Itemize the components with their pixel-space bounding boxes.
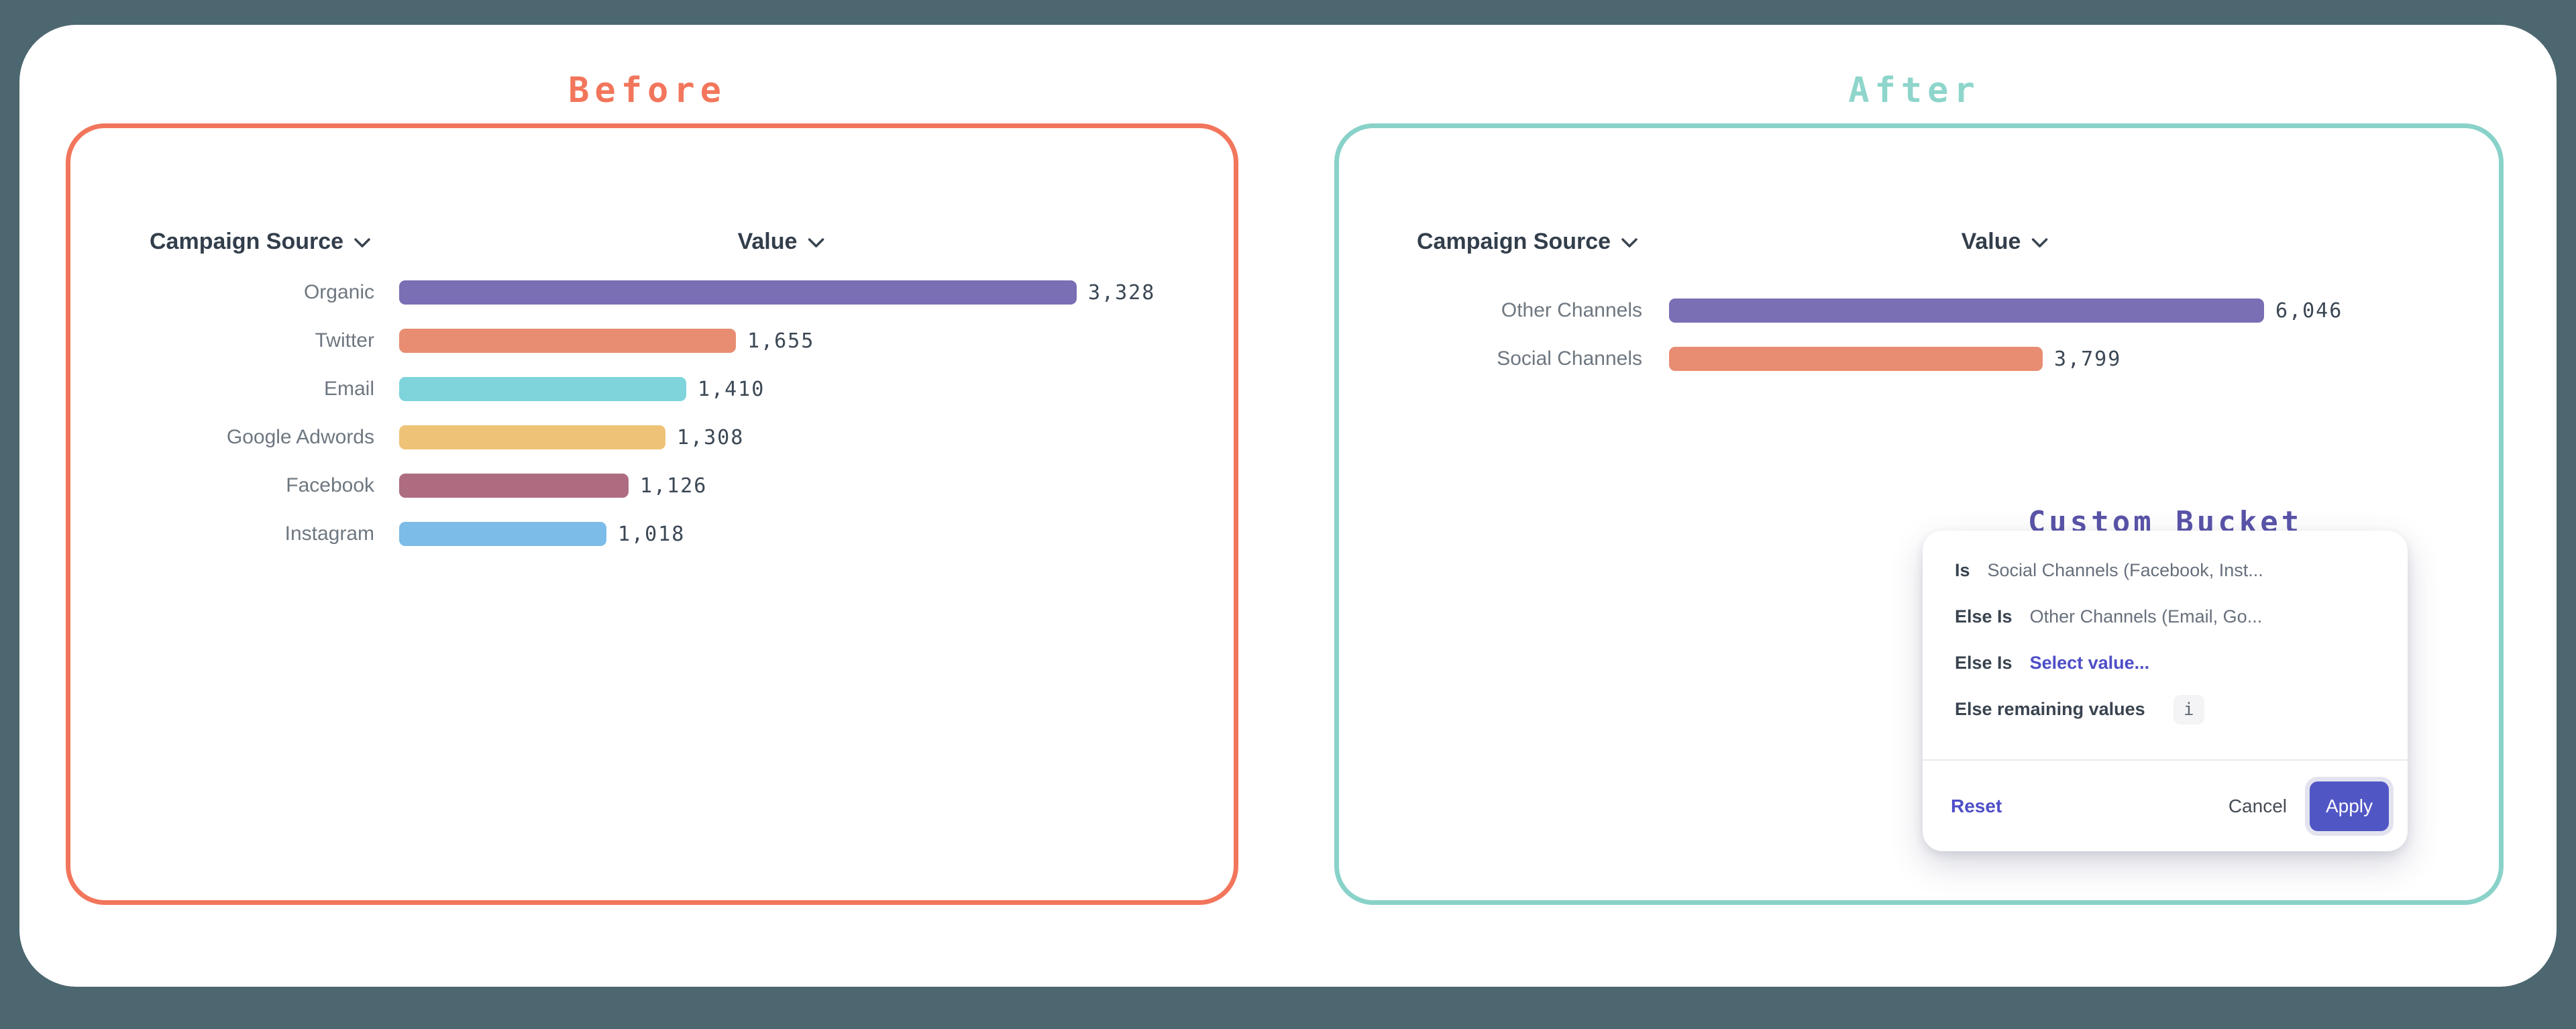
category-label: Other Channels <box>1339 299 1642 322</box>
value-bar[interactable] <box>1669 347 2043 371</box>
chart-row: Instagram 1,018 <box>70 510 1234 558</box>
category-label: Instagram <box>70 523 374 545</box>
condition-value[interactable]: Social Channels (Facebook, Inst... <box>1988 560 2263 581</box>
chart-row: Organic 3,328 <box>70 268 1234 317</box>
bucket-condition-list: Is Social Channels (Facebook, Inst... Else… <box>1955 547 2383 733</box>
value-label: 1,018 <box>618 523 685 546</box>
before-value-column-header[interactable]: Value <box>738 227 824 256</box>
after-source-column-header[interactable]: Campaign Source <box>1417 227 1638 256</box>
chart-row: Twitter 1,655 <box>70 317 1234 365</box>
category-label: Twitter <box>70 329 374 352</box>
condition-keyword: Is <box>1955 560 1970 581</box>
reset-button[interactable]: Reset <box>1951 796 2002 817</box>
before-value-header-label: Value <box>738 229 798 255</box>
bucket-condition-row: Else remaining values i <box>1955 686 2383 733</box>
before-title: Before <box>66 69 1229 112</box>
value-label: 1,308 <box>677 426 744 449</box>
category-label: Facebook <box>70 474 374 497</box>
after-bar-rows: Other Channels 6,046 Social Channels 3,799 <box>1339 286 2499 383</box>
main-card: Before After Campaign Source Value Organ… <box>19 25 2557 987</box>
condition-value[interactable]: Other Channels (Email, Go... <box>2030 606 2263 627</box>
before-source-header-label: Campaign Source <box>150 229 343 255</box>
bucket-condition-row: Else Is Other Channels (Email, Go... <box>1955 594 2383 640</box>
category-label: Google Adwords <box>70 426 374 449</box>
chart-row: Facebook 1,126 <box>70 462 1234 510</box>
value-bar[interactable] <box>399 474 629 498</box>
value-label: 1,655 <box>747 329 814 353</box>
category-label: Email <box>70 378 374 400</box>
bucket-condition-row: Is Social Channels (Facebook, Inst... <box>1955 547 2383 594</box>
value-label: 3,799 <box>2054 347 2121 371</box>
custom-bucket-popup: Is Social Channels (Facebook, Inst... Else… <box>1923 531 2408 851</box>
condition-keyword: Else Is <box>1955 606 2012 627</box>
chevron-down-icon <box>1621 238 1638 248</box>
value-bar[interactable] <box>399 280 1077 305</box>
bucket-condition-row: Else Is Select value... <box>1955 640 2383 686</box>
info-icon[interactable]: i <box>2174 695 2204 724</box>
chart-row: Social Channels 3,799 <box>1339 335 2499 383</box>
value-bar[interactable] <box>1669 299 2264 323</box>
before-panel: Campaign Source Value Organic 3,328 Twitte… <box>66 123 1238 905</box>
apply-button[interactable]: Apply <box>2310 781 2389 831</box>
value-label: 1,410 <box>698 378 765 401</box>
value-label: 3,328 <box>1088 281 1155 305</box>
after-source-header-label: Campaign Source <box>1417 229 1611 255</box>
chart-row: Email 1,410 <box>70 365 1234 413</box>
chart-row: Google Adwords 1,308 <box>70 413 1234 462</box>
chart-row: Other Channels 6,046 <box>1339 286 2499 335</box>
page-background: Before After Campaign Source Value Organ… <box>0 0 2576 1029</box>
value-label: 1,126 <box>640 474 707 498</box>
after-title: After <box>1334 69 2494 112</box>
condition-keyword: Else remaining values <box>1955 699 2145 720</box>
select-value-link[interactable]: Select value... <box>2030 653 2150 673</box>
before-bar-rows: Organic 3,328 Twitter 1,655 Email 1,410 Google… <box>70 268 1234 558</box>
cancel-button[interactable]: Cancel <box>2229 796 2287 817</box>
value-label: 6,046 <box>2275 299 2343 323</box>
value-bar[interactable] <box>399 425 665 449</box>
after-value-column-header[interactable]: Value <box>1962 227 2048 256</box>
category-label: Organic <box>70 281 374 304</box>
chevron-down-icon <box>808 238 824 248</box>
before-source-column-header[interactable]: Campaign Source <box>150 227 370 256</box>
value-bar[interactable] <box>399 522 606 546</box>
popup-footer: Reset Cancel Apply <box>1951 761 2389 851</box>
chevron-down-icon <box>354 238 370 248</box>
value-bar[interactable] <box>399 377 686 401</box>
condition-keyword: Else Is <box>1955 653 2012 673</box>
after-value-header-label: Value <box>1962 229 2021 255</box>
category-label: Social Channels <box>1339 347 1642 370</box>
chevron-down-icon <box>2031 238 2047 248</box>
value-bar[interactable] <box>399 329 736 353</box>
